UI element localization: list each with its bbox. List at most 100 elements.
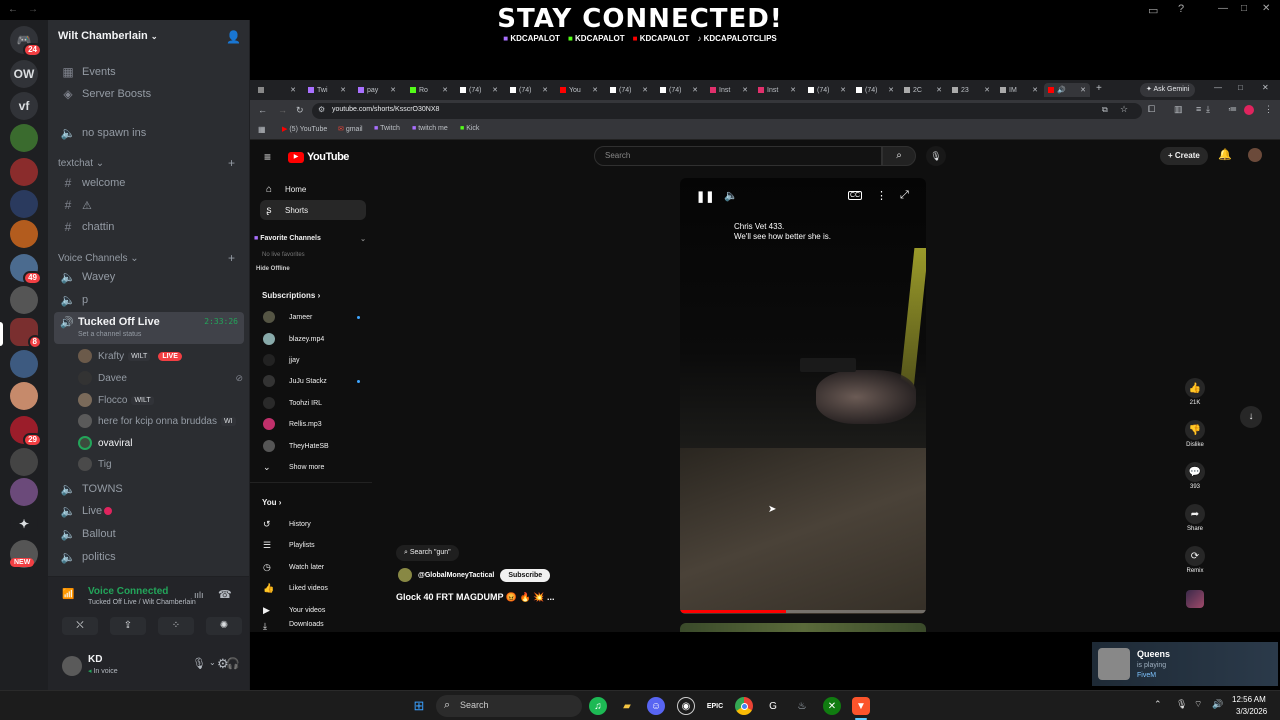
clock-time[interactable]: 12:56 AM xyxy=(1232,695,1266,704)
back-icon[interactable]: ← xyxy=(258,105,267,115)
server-icon[interactable]: 49 xyxy=(10,254,42,285)
settings-gear-icon[interactable]: ⚙ xyxy=(217,656,229,672)
browser-close-icon[interactable]: ✕ xyxy=(1262,83,1269,92)
chrome-icon[interactable] xyxy=(735,697,753,715)
nav-shorts[interactable]: ʂ Shorts xyxy=(260,200,366,220)
voice-member[interactable]: here for kcip onna bruddas WI xyxy=(78,411,236,431)
add-channel-icon[interactable]: + xyxy=(228,251,235,265)
subscribe-button[interactable]: Subscribe xyxy=(500,568,551,582)
inbox-icon[interactable]: ▭ xyxy=(1148,4,1158,17)
maximize-icon[interactable]: □ xyxy=(1241,3,1247,14)
browser-tab[interactable]: (74) ✕ xyxy=(456,83,502,97)
activities-button[interactable]: ⁘ xyxy=(158,617,194,635)
mic-options-chevron-icon[interactable]: ⌄ xyxy=(209,658,216,667)
add-channel-icon[interactable]: + xyxy=(228,156,235,170)
apps-grid-icon[interactable]: ▦ xyxy=(258,125,266,134)
voice-channel-wavey[interactable]: 🔈 Wavey xyxy=(54,266,243,288)
disconnect-icon[interactable]: ☎ xyxy=(218,588,232,601)
captions-icon[interactable]: CC xyxy=(848,191,863,200)
subscription-item[interactable]: jjay xyxy=(260,350,360,370)
server-ow[interactable]: OW xyxy=(10,60,38,88)
download-icon[interactable]: ⤓ xyxy=(1206,104,1210,115)
nav-your-videos[interactable]: ▶ Your videos xyxy=(260,600,360,620)
comments-button[interactable]: 💬 393 xyxy=(1185,462,1205,490)
server-icon[interactable] xyxy=(10,190,38,218)
channel-warning[interactable]: # ⚠ xyxy=(54,194,243,216)
browser-tab[interactable]: 23 ✕ xyxy=(948,83,994,97)
browser-maximize-icon[interactable]: □ xyxy=(1238,83,1243,92)
voice-member[interactable]: Tig xyxy=(78,454,112,474)
voice-search-button[interactable]: 🎙 xyxy=(926,146,946,166)
browser-tab[interactable]: Ro ✕ xyxy=(406,83,452,97)
browser-tab[interactable]: (74) ✕ xyxy=(852,83,898,97)
channel-status-hint[interactable]: Set a channel status xyxy=(78,331,141,338)
noise-suppression-icon[interactable]: ıılı xyxy=(194,590,204,600)
events-item[interactable]: ▦ Events xyxy=(54,61,243,83)
tab-search-icon[interactable]: ≔ xyxy=(1228,104,1237,115)
youtube-logo[interactable]: ▶ YouTube xyxy=(288,151,349,163)
voice-member[interactable]: Flocco WILT xyxy=(78,390,154,410)
server-boosts-item[interactable]: ◈ Server Boosts xyxy=(54,83,243,105)
channel-handle[interactable]: @GlobalMoneyTactical xyxy=(418,572,494,579)
fullscreen-icon[interactable]: ⤢ xyxy=(900,189,909,202)
you-header[interactable]: You › xyxy=(262,498,281,507)
server-icon[interactable] xyxy=(10,124,38,152)
bookmark-twitch-me[interactable]: ■ twitch me xyxy=(412,125,448,132)
windows-start-icon[interactable]: ⊞ xyxy=(410,697,428,715)
discord-icon[interactable]: ☺ xyxy=(647,697,665,715)
profile-icon[interactable] xyxy=(1244,105,1254,115)
category-voice-channels[interactable]: Voice Channels ⌄ xyxy=(58,253,139,264)
next-short-preview[interactable] xyxy=(680,623,926,632)
remix-button[interactable]: ⟳ Remix xyxy=(1185,546,1205,574)
sidebar-icon[interactable]: ▥ xyxy=(1174,104,1183,115)
sound-thumbnail[interactable] xyxy=(1186,590,1204,608)
voice-member[interactable]: Krafty WILT LIVE xyxy=(78,346,182,366)
menu-icon[interactable]: ≡ xyxy=(1196,104,1201,114)
taskbar-search[interactable]: ⌕ Search xyxy=(436,695,582,717)
browser-tab[interactable]: You ✕ xyxy=(556,83,602,97)
user-avatar[interactable] xyxy=(62,656,82,676)
show-hidden-icons-icon[interactable]: ⌃ xyxy=(1154,699,1162,710)
mic-tray-icon[interactable]: 🎙 xyxy=(1176,699,1187,710)
bookmark-gmail[interactable]: ✉ gmail xyxy=(338,125,363,133)
channel-no-spawn-ins[interactable]: 🔈 no spawn ins xyxy=(54,122,243,144)
server-icon[interactable]: ✦ xyxy=(10,510,38,538)
voice-channel-ballout[interactable]: 🔈 Ballout xyxy=(54,523,243,545)
pause-icon[interactable]: ❚❚ xyxy=(696,190,714,203)
server-icon[interactable]: 29 xyxy=(10,416,42,447)
nav-home[interactable]: ⌂ Home xyxy=(260,179,366,199)
video-progress-track[interactable] xyxy=(680,610,926,613)
nav-liked-videos[interactable]: 👍 Liked videos xyxy=(260,578,360,598)
server-vf[interactable]: vf xyxy=(10,92,38,120)
camera-off-button[interactable]: ⛌ xyxy=(62,617,98,635)
browser-tab[interactable]: ✕ xyxy=(254,83,300,97)
bookmark-youtube[interactable]: ▶ (5) YouTube xyxy=(282,125,327,133)
reload-icon[interactable]: ↻ xyxy=(296,105,304,116)
browser-tab[interactable]: pay ✕ xyxy=(354,83,400,97)
site-info-icon[interactable]: ⚙ xyxy=(318,105,325,114)
voice-channel-towns[interactable]: 🔈 TOWNS xyxy=(54,478,243,500)
browser-tab[interactable]: 2C ✕ xyxy=(900,83,946,97)
obs-icon[interactable]: ◉ xyxy=(677,697,695,715)
voice-member[interactable]: ovaviral xyxy=(78,433,132,453)
hide-offline-toggle[interactable]: Hide Offline xyxy=(256,266,290,272)
soundboard-button[interactable]: ✺ xyxy=(206,617,242,635)
server-icon[interactable] xyxy=(10,448,38,476)
subscription-item[interactable]: Jameer xyxy=(260,307,360,327)
browser-tab[interactable]: (74) ✕ xyxy=(506,83,552,97)
shorts-video-player[interactable]: ❚❚ 🔈 CC ⋮ ⤢ Chris Vet 433. We'll see how… xyxy=(680,178,926,614)
hamburger-menu-icon[interactable]: ≡ xyxy=(264,150,271,164)
brave-icon[interactable]: ▼ xyxy=(852,697,870,715)
nav-playlists[interactable]: ☰ Playlists xyxy=(260,535,360,555)
forward-icon[interactable]: → xyxy=(278,105,287,115)
game-activity-toast[interactable]: Queens is playing FiveM xyxy=(1092,642,1278,686)
next-short-button[interactable]: ↓ xyxy=(1240,406,1262,428)
share-button[interactable]: ➦ Share xyxy=(1185,504,1205,532)
extensions-icon[interactable]: ⧠ xyxy=(1148,104,1155,115)
channel-welcome[interactable]: # welcome xyxy=(54,172,243,194)
browser-tab[interactable]: (74) ✕ xyxy=(606,83,652,97)
notifications-bell-icon[interactable]: 🔔 xyxy=(1218,148,1232,161)
server-icon-selected[interactable]: 8 xyxy=(10,318,42,349)
xbox-icon[interactable]: ✕ xyxy=(823,697,841,715)
browser-tab[interactable]: Inst ✕ xyxy=(754,83,800,97)
